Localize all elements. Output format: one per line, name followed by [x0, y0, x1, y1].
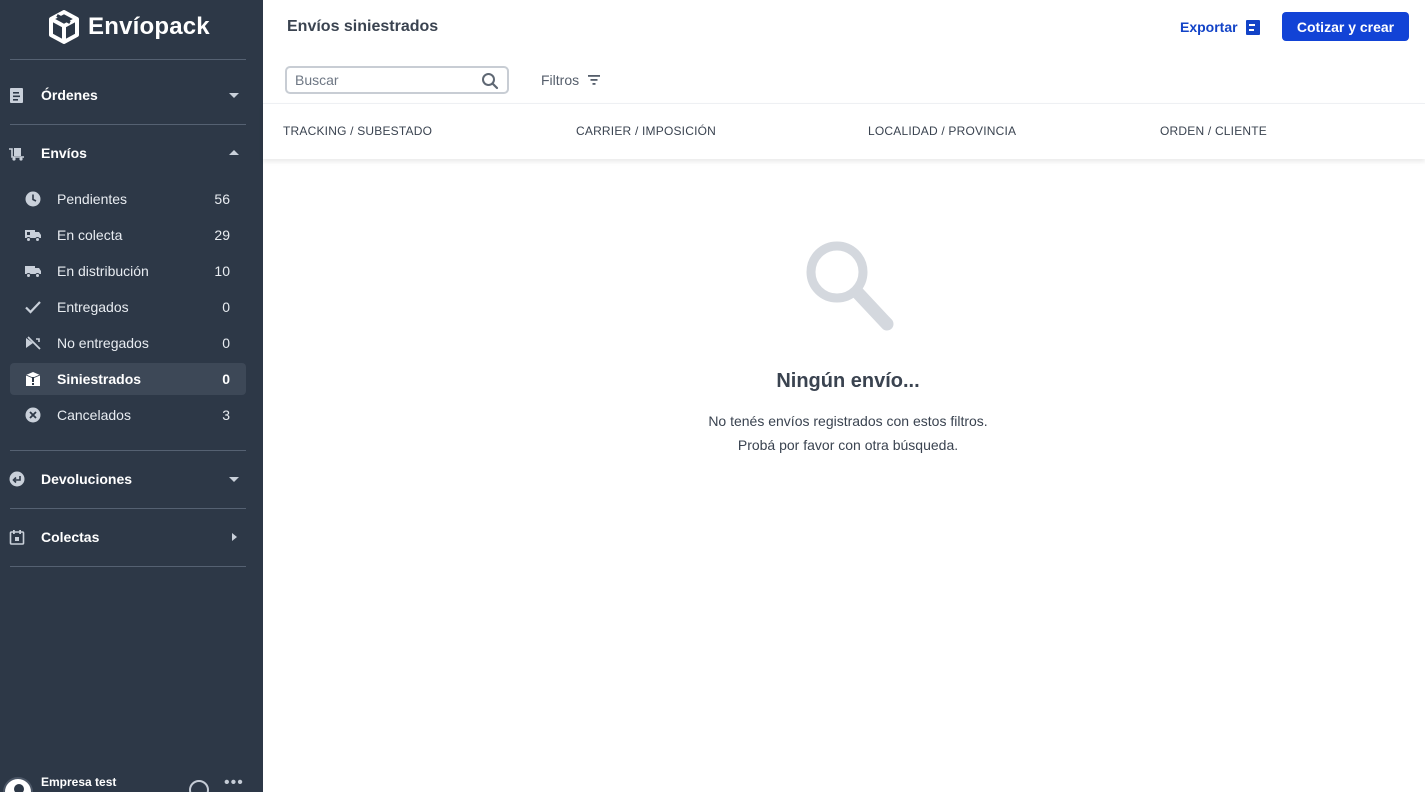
more-options-icon[interactable]: •••	[224, 774, 244, 792]
avatar[interactable]	[3, 777, 33, 792]
help-icon[interactable]	[189, 780, 209, 792]
sidebar-divider	[10, 566, 246, 567]
sidebar-item-count: 29	[214, 227, 230, 243]
calendar-icon	[9, 530, 25, 545]
sidebar-section-ordenes[interactable]: Órdenes	[0, 77, 263, 113]
export-link[interactable]: Exportar	[1180, 17, 1260, 37]
empty-state-hint: Probá por favor con otra búsqueda.	[737, 437, 959, 453]
sidebar-item-entregados[interactable]: Entregados 0	[10, 291, 246, 323]
company-name: Empresa test	[41, 775, 117, 789]
sidebar-item-count: 3	[222, 407, 230, 423]
chevron-down-icon	[229, 93, 239, 98]
table-header: TRACKING / SUBESTADO CARRIER / IMPOSICIÓ…	[263, 103, 1425, 159]
search-box[interactable]	[285, 66, 509, 94]
empty-state-message: No tenés envíos registrados con estos fi…	[708, 413, 988, 429]
search-input[interactable]	[295, 71, 465, 89]
sidebar-section-label: Devoluciones	[41, 471, 133, 487]
sidebar-section-label: Envíos	[41, 145, 87, 161]
sidebar-section-devoluciones[interactable]: Devoluciones	[0, 461, 263, 497]
main-content: Envíos siniestrados Exportar Cotizar y c…	[263, 0, 1425, 792]
sidebar-item-count: 56	[214, 191, 230, 207]
sidebar-item-count: 0	[222, 299, 230, 315]
export-label: Exportar	[1180, 19, 1238, 35]
return-icon	[9, 471, 25, 487]
filters-toggle[interactable]: Filtros	[541, 72, 601, 88]
brand-name: Envíopack	[88, 13, 210, 40]
sidebar-item-pendientes[interactable]: Pendientes 56	[10, 183, 246, 215]
sidebar-item-label: En distribución	[57, 263, 149, 279]
sidebar-item-label: No entregados	[57, 335, 149, 351]
sidebar-section-envios[interactable]: Envíos	[0, 135, 263, 171]
sidebar-item-en-distribucion[interactable]: En distribución 10	[10, 255, 246, 287]
sidebar-item-label: Cancelados	[57, 407, 131, 423]
damaged-box-icon	[25, 372, 41, 386]
column-header-orden: ORDEN / CLIENTE	[1160, 124, 1268, 138]
sidebar-divider	[10, 124, 246, 125]
column-header-carrier: CARRIER / IMPOSICIÓN	[576, 124, 717, 138]
shipment-cart-icon	[9, 148, 24, 161]
cancel-circle-icon	[25, 407, 41, 423]
search-icon[interactable]	[481, 72, 499, 90]
user-menu[interactable]: Empresa test •••	[0, 768, 263, 792]
sidebar-item-count: 0	[222, 335, 230, 351]
page-title: Envíos siniestrados	[287, 18, 439, 35]
cube-logo-icon	[49, 10, 79, 44]
filters-label: Filtros	[541, 72, 580, 88]
not-delivered-icon	[26, 336, 41, 350]
sidebar-section-label: Colectas	[41, 529, 100, 545]
chevron-down-icon	[229, 477, 239, 482]
document-icon	[10, 88, 23, 103]
sidebar: Envíopack Órdenes Envíos Pendientes 56 E…	[0, 0, 263, 792]
sidebar-divider	[10, 508, 246, 509]
sidebar-section-label: Órdenes	[41, 87, 98, 103]
clock-icon	[25, 191, 41, 207]
sidebar-divider	[10, 59, 246, 60]
sidebar-item-cancelados[interactable]: Cancelados 3	[10, 399, 246, 431]
column-header-tracking: TRACKING / SUBESTADO	[283, 124, 433, 138]
sidebar-item-en-colecta[interactable]: En colecta 29	[10, 219, 246, 251]
sidebar-section-colectas[interactable]: Colectas	[0, 519, 263, 555]
column-header-localidad: LOCALIDAD / PROVINCIA	[868, 124, 1017, 138]
sidebar-item-label: Pendientes	[57, 191, 128, 207]
magnifier-icon	[806, 241, 894, 331]
export-document-icon	[1245, 19, 1260, 35]
sidebar-divider	[10, 450, 246, 451]
delivery-truck-icon	[25, 266, 41, 278]
sidebar-item-no-entregados[interactable]: No entregados 0	[10, 327, 246, 359]
sidebar-item-label: En colecta	[57, 227, 123, 243]
sidebar-item-label: Siniestrados	[57, 371, 142, 387]
chevron-up-icon	[229, 150, 239, 155]
sidebar-item-label: Entregados	[57, 299, 129, 315]
sidebar-item-count: 10	[214, 263, 230, 279]
brand-logo[interactable]: Envíopack	[48, 10, 210, 44]
chevron-right-icon	[232, 533, 237, 541]
pickup-truck-icon	[25, 230, 41, 242]
sidebar-item-siniestrados[interactable]: Siniestrados 0	[10, 363, 246, 395]
check-icon	[25, 301, 41, 314]
filter-icon	[588, 75, 601, 85]
quote-and-create-button[interactable]: Cotizar y crear	[1282, 12, 1409, 41]
sidebar-item-count: 0	[222, 371, 230, 387]
empty-state-title: Ningún envío...	[776, 370, 920, 392]
